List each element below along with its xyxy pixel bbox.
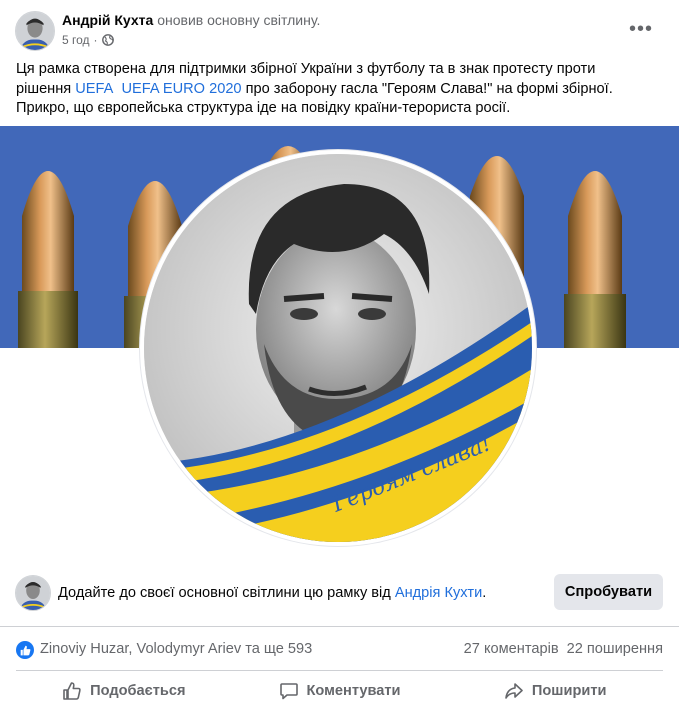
engagement-counts: 27 коментарів 22 поширення bbox=[464, 641, 663, 657]
divider bbox=[16, 670, 663, 671]
speech-bubble-icon bbox=[279, 683, 298, 700]
share-arrow-icon bbox=[505, 683, 523, 699]
shares-count[interactable]: 22 поширення bbox=[567, 641, 663, 657]
uefa-euro-2020-link[interactable]: UEFA EURO 2020 bbox=[122, 81, 242, 97]
like-button[interactable]: Подобається bbox=[16, 673, 232, 709]
like-label: Подобається bbox=[90, 683, 186, 699]
comment-button[interactable]: Коментувати bbox=[232, 673, 448, 709]
share-button[interactable]: Поширити bbox=[447, 673, 663, 709]
frame-author-link[interactable]: Андрія Кухти bbox=[395, 585, 482, 601]
thumbs-up-icon bbox=[16, 641, 34, 659]
meta-separator: · bbox=[93, 33, 98, 47]
thumbs-up-outline-icon bbox=[63, 682, 81, 700]
post-text-segment: рішення bbox=[16, 80, 76, 97]
more-options-button[interactable]: ••• bbox=[623, 14, 659, 44]
more-horizontal-icon: ••• bbox=[628, 18, 653, 40]
post-text-line-2: рішення UEFA UEFA EURO 2020 про заборону… bbox=[16, 80, 666, 100]
author-avatar[interactable] bbox=[15, 11, 55, 51]
try-frame-button[interactable]: Спробувати bbox=[554, 574, 663, 610]
divider bbox=[0, 626, 679, 627]
post-text-line-3: Прикро, що європейська структура іде на … bbox=[16, 100, 511, 116]
post-actions: Подобається Коментувати Поширити bbox=[16, 673, 663, 709]
author-name[interactable]: Андрій Кухта bbox=[62, 12, 153, 28]
comments-count[interactable]: 27 коментарів bbox=[464, 641, 559, 657]
post-text: Ця рамка створена для підтримки збірної … bbox=[16, 60, 666, 119]
post-timestamp[interactable]: 5 год bbox=[62, 33, 90, 47]
frame-promo-text: Додайте до своєї основної світлини цю ра… bbox=[58, 585, 486, 601]
post-text-line-1: Ця рамка створена для підтримки збірної … bbox=[16, 61, 596, 77]
frame-promo-suffix: . bbox=[482, 585, 487, 601]
post-text-segment: про заборону гасла "Героям Слава!" на фо… bbox=[241, 80, 613, 97]
uefa-link[interactable]: UEFA bbox=[75, 81, 113, 97]
frame-promo-prefix: Додайте до своєї основної світлини цю ра… bbox=[58, 585, 395, 601]
comment-label: Коментувати bbox=[306, 683, 401, 699]
profile-photo-post[interactable]: Героям слава! bbox=[0, 126, 679, 556]
reactors-list[interactable]: Zinoviy Huzar, Volodymyr Ariev та ще 593 bbox=[40, 641, 312, 657]
profile-picture-frame[interactable]: Героям слава! bbox=[140, 150, 536, 546]
post-action-text: оновив основну світлину. bbox=[157, 12, 321, 28]
post-meta: 5 год · bbox=[62, 33, 114, 47]
post-header: Андрій Кухта оновив основну світлину. 5 … bbox=[0, 0, 679, 58]
frame-avatar[interactable] bbox=[15, 575, 51, 611]
frame-promo-bar: Додайте до своєї основної світлини цю ра… bbox=[0, 570, 679, 618]
author-line: Андрій Кухта оновив основну світлину. bbox=[62, 12, 320, 28]
globe-icon[interactable] bbox=[101, 34, 114, 46]
share-label: Поширити bbox=[531, 683, 607, 699]
reaction-stats: Zinoviy Huzar, Volodymyr Ariev та ще 593… bbox=[0, 632, 679, 666]
